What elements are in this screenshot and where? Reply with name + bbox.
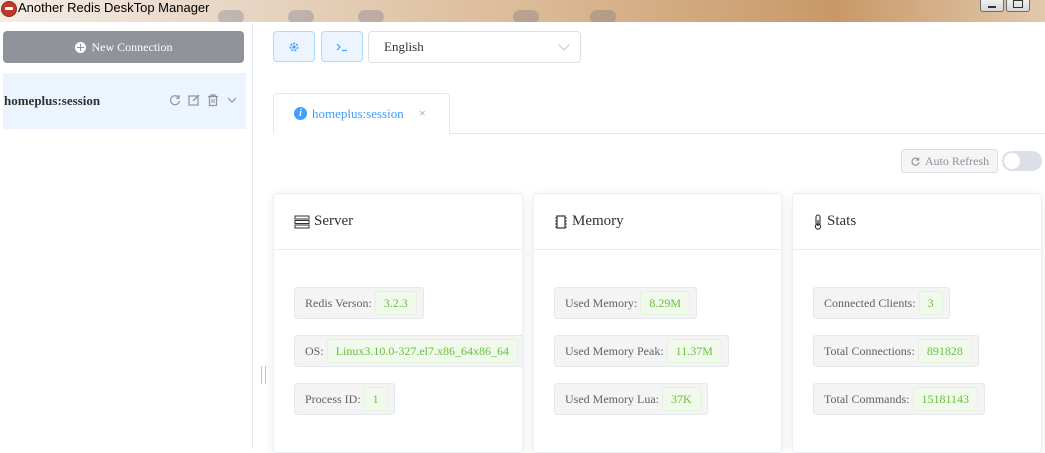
window-titlebar: Another Redis DeskTop Manager xyxy=(0,0,1045,22)
thermometer-icon xyxy=(814,213,822,230)
tab-homeplus-session[interactable]: i homeplus:session × xyxy=(273,93,450,134)
auto-refresh-toggle[interactable] xyxy=(1002,151,1042,171)
redis-app-icon xyxy=(1,1,17,17)
connected-clients-item: Connected Clients: 3 xyxy=(813,287,950,319)
connection-item[interactable]: homeplus:session xyxy=(3,73,246,129)
used-memory-lua-label: Used Memory Lua: xyxy=(565,391,659,406)
server-card-title: Server xyxy=(314,213,354,229)
stats-card-title: Stats xyxy=(827,213,857,229)
os-item: OS: Linux3.10.0-327.el7.x86_64x86_64 xyxy=(294,335,522,367)
refresh-icon[interactable] xyxy=(168,93,182,107)
memory-card-title: Memory xyxy=(572,213,624,229)
edit-icon[interactable] xyxy=(187,93,201,107)
plus-circle-icon xyxy=(74,41,86,53)
refresh-icon xyxy=(911,157,920,166)
used-memory-label: Used Memory: xyxy=(565,295,638,310)
close-icon[interactable]: × xyxy=(419,106,426,121)
maximize-button[interactable] xyxy=(1006,0,1030,12)
memory-card-header: Memory xyxy=(534,194,781,250)
used-memory-lua-value: 37K xyxy=(661,387,701,411)
total-connections-value: 891828 xyxy=(917,339,972,363)
sidebar-resize-handle[interactable] xyxy=(261,366,266,384)
titlebar-background-decoration xyxy=(513,10,539,22)
memory-card: Memory Used Memory: 8.29M Used Memory Pea… xyxy=(533,193,782,453)
memory-chip-icon xyxy=(555,214,567,229)
redis-version-label: Redis Verson: xyxy=(305,295,372,310)
gear-icon xyxy=(289,42,299,51)
total-connections-label: Total Connections: xyxy=(824,343,915,358)
used-memory-peak-label: Used Memory Peak: xyxy=(565,343,664,358)
total-commands-item: Total Commands: 15181143 xyxy=(813,383,986,415)
total-commands-value: 15181143 xyxy=(912,387,979,411)
sidebar-divider xyxy=(252,23,253,449)
used-memory-peak-value: 11.37M xyxy=(666,339,722,363)
settings-button[interactable] xyxy=(273,31,315,62)
titlebar-background-decoration xyxy=(590,10,616,22)
console-button[interactable] xyxy=(321,31,363,62)
chevron-down-icon xyxy=(558,39,570,51)
minimize-button[interactable] xyxy=(980,0,1004,12)
used-memory-peak-item: Used Memory Peak: 11.37M xyxy=(554,335,729,367)
process-id-value: 1 xyxy=(363,387,388,411)
tab-label: homeplus:session xyxy=(312,106,404,121)
os-label: OS: xyxy=(305,343,324,358)
total-connections-item: Total Connections: 891828 xyxy=(813,335,979,367)
process-id-label: Process ID: xyxy=(305,391,361,406)
info-icon: i xyxy=(294,107,307,120)
auto-refresh-label: Auto Refresh xyxy=(924,153,990,168)
titlebar-background-decoration xyxy=(218,10,244,22)
new-connection-button[interactable]: New Connection xyxy=(3,31,244,63)
terminal-icon xyxy=(336,43,347,51)
server-card-header: Server xyxy=(274,194,522,250)
titlebar-background-decoration xyxy=(288,10,314,22)
titlebar-background-decoration xyxy=(358,10,384,22)
os-value: Linux3.10.0-327.el7.x86_64x86_64 xyxy=(326,339,519,363)
stats-card-header: Stats xyxy=(793,194,1041,250)
auto-refresh-button[interactable]: Auto Refresh xyxy=(901,149,998,173)
new-connection-label: New Connection xyxy=(91,39,173,54)
server-card: Server Redis Verson: 3.2.3 OS: Linux3.10.0… xyxy=(273,193,523,453)
process-id-item: Process ID: 1 xyxy=(294,383,395,415)
server-icon xyxy=(294,215,310,228)
delete-icon[interactable] xyxy=(206,93,220,107)
connected-clients-value: 3 xyxy=(918,291,943,315)
toggle-knob xyxy=(1004,153,1020,169)
stats-card: Stats Connected Clients: 3 Total Connecti… xyxy=(792,193,1042,453)
language-value: English xyxy=(384,39,424,54)
connection-name: homeplus:session xyxy=(4,93,101,108)
total-commands-label: Total Commands: xyxy=(824,391,910,406)
used-memory-value: 8.29M xyxy=(640,291,690,315)
used-memory-item: Used Memory: 8.29M xyxy=(554,287,697,319)
used-memory-lua-item: Used Memory Lua: 37K xyxy=(554,383,708,415)
redis-version-value: 3.2.3 xyxy=(374,291,417,315)
language-select[interactable]: English xyxy=(368,31,581,63)
redis-version-item: Redis Verson: 3.2.3 xyxy=(294,287,424,319)
window-title: Another Redis DeskTop Manager xyxy=(18,0,210,15)
chevron-down-icon[interactable] xyxy=(225,93,239,107)
connected-clients-label: Connected Clients: xyxy=(824,295,916,310)
